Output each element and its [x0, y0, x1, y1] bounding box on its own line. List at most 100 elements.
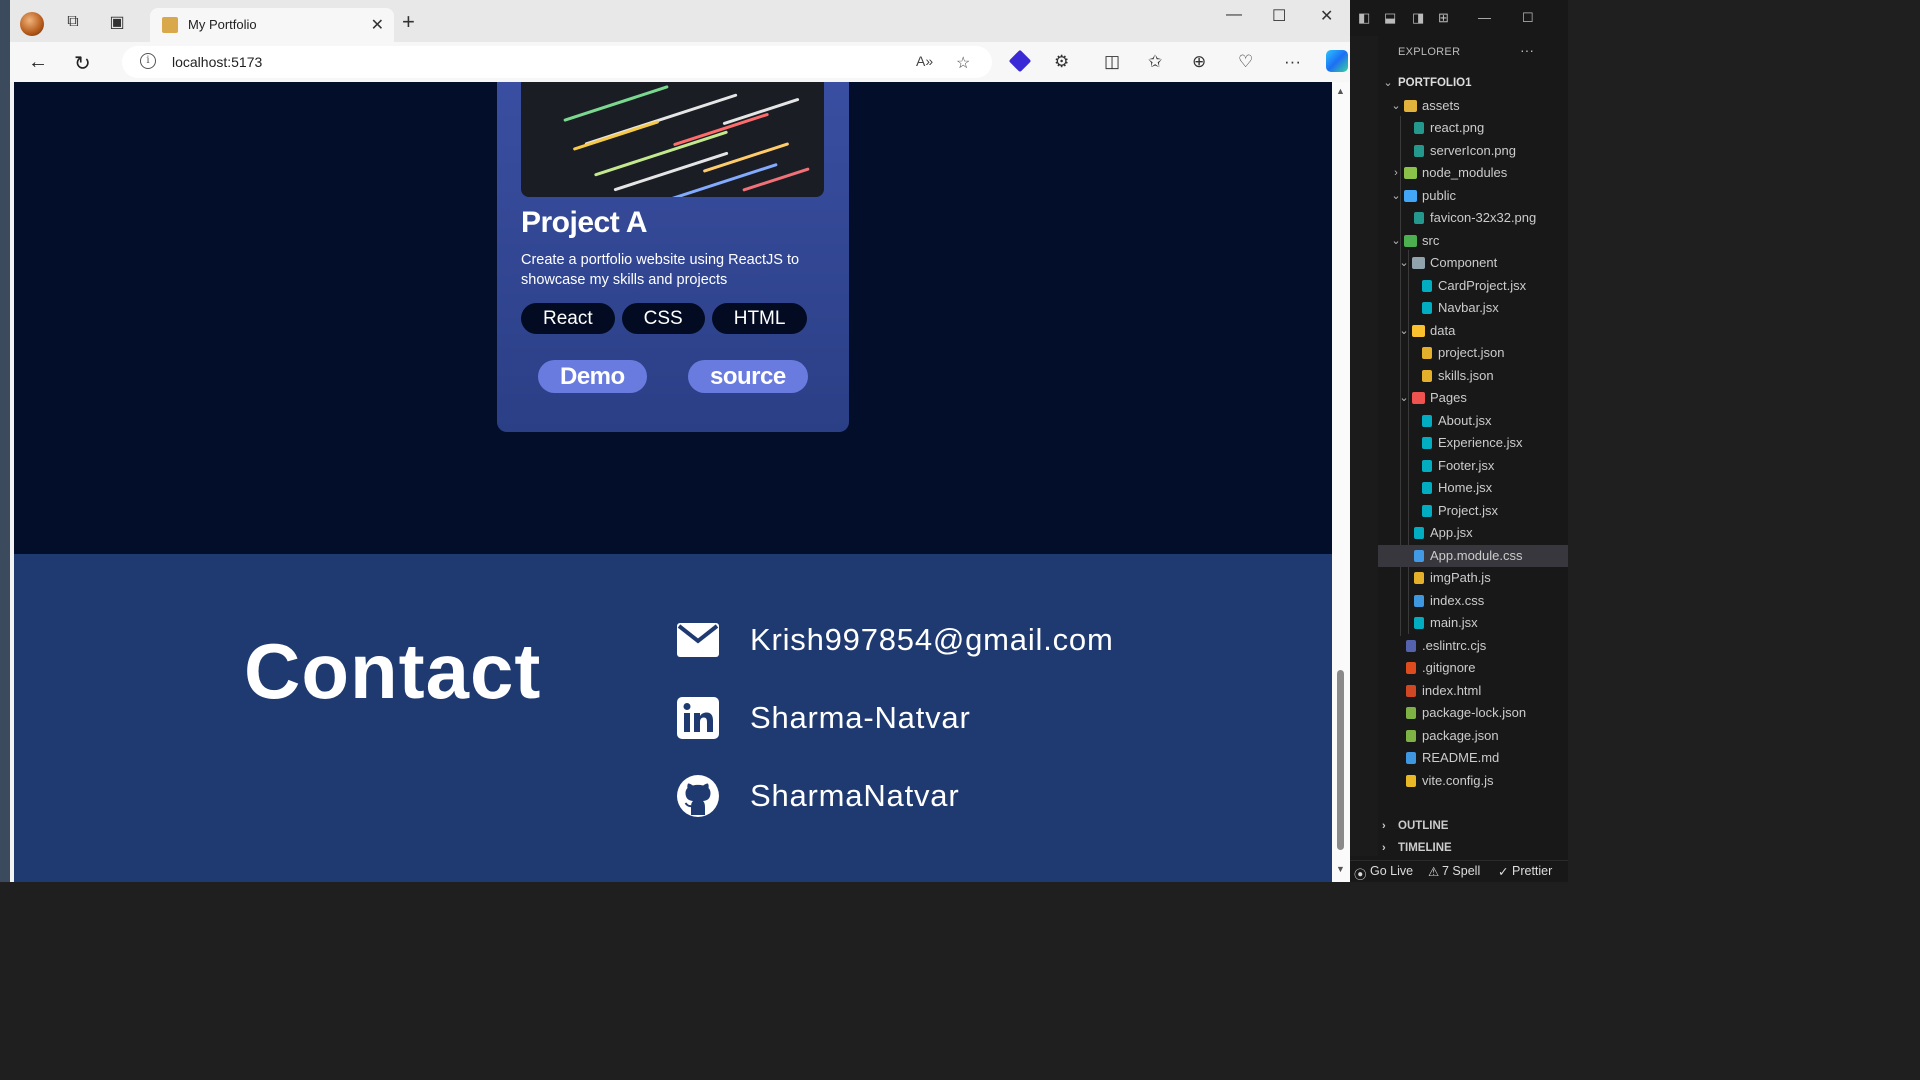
chevron-right-icon: ›	[1382, 820, 1386, 832]
contact-linkedin-row[interactable]: Sharma-Natvar	[676, 696, 971, 740]
tree-file-imgpath-js[interactable]: imgPath.js	[1378, 567, 1568, 589]
folder-icon	[1412, 257, 1425, 269]
tree-file-skills-json[interactable]: skills.json	[1378, 365, 1568, 387]
site-info-icon[interactable]: i	[140, 53, 156, 69]
demo-button[interactable]: Demo	[538, 360, 647, 393]
browser-essentials-icon[interactable]: ♡	[1238, 52, 1253, 72]
contact-email-row[interactable]: Krish997854@gmail.com	[676, 618, 1114, 662]
tree-file-react-png[interactable]: react.png	[1378, 117, 1568, 139]
collections-icon[interactable]: ⊕	[1192, 52, 1206, 72]
toggle-panel-icon[interactable]: ⬓	[1384, 10, 1396, 26]
minimize-button[interactable]: —	[1226, 6, 1242, 24]
customize-layout-icon[interactable]: ⊞	[1438, 10, 1449, 26]
tree-file-app-module-css[interactable]: App.module.css	[1378, 544, 1568, 567]
scroll-down-arrow-icon[interactable]: ▼	[1336, 864, 1345, 874]
tree-file-gitignore[interactable]: .gitignore	[1378, 657, 1568, 679]
url-field[interactable]: i localhost:5173 A» ☆	[122, 46, 992, 78]
tree-file-experience-jsx[interactable]: Experience.jsx	[1378, 432, 1568, 454]
url-text[interactable]: localhost:5173	[172, 54, 262, 70]
tree-item-label: README.md	[1422, 750, 1500, 765]
folder-icon	[1404, 99, 1417, 112]
tree-folder-component[interactable]: ⌄ Component	[1378, 252, 1568, 274]
tree-file-navbar-jsx[interactable]: Navbar.jsx	[1378, 297, 1568, 319]
scrollbar-thumb[interactable]	[1337, 670, 1344, 850]
tree-file-package-json[interactable]: package.json	[1378, 725, 1568, 747]
source-button[interactable]: source	[688, 360, 808, 393]
contact-heading: Contact	[244, 627, 542, 715]
tree-folder-pages[interactable]: ⌄ Pages	[1378, 387, 1568, 409]
linkedin-icon	[676, 696, 720, 740]
tree-file-main-jsx[interactable]: main.jsx	[1378, 612, 1568, 634]
more-menu-icon[interactable]: ···	[1284, 52, 1301, 72]
back-arrow-icon[interactable]: ←	[28, 51, 48, 74]
close-window-button[interactable]: ✕	[1320, 6, 1333, 26]
refresh-icon[interactable]: ↻	[74, 51, 91, 76]
maximize-button[interactable]: ☐	[1272, 6, 1286, 26]
file-icon	[1414, 572, 1424, 584]
tree-file-cardproject-jsx[interactable]: CardProject.jsx	[1378, 275, 1568, 297]
chevron-down-icon: ⌄	[1391, 189, 1401, 202]
go-live-button[interactable]: Go Live	[1370, 864, 1413, 878]
tree-folder-src[interactable]: ⌄ src	[1378, 230, 1568, 252]
workspaces-icon[interactable]: ⧉	[62, 11, 84, 33]
tree-file-project-json[interactable]: project.json	[1378, 342, 1568, 364]
extensions-puzzle-icon[interactable]: ⚙	[1054, 52, 1069, 72]
vscode-minimize-button[interactable]: —	[1478, 10, 1491, 25]
vscode-maximize-button[interactable]: ☐	[1522, 10, 1534, 26]
email-text[interactable]: Krish997854@gmail.com	[750, 622, 1114, 658]
tree-file-app-jsx[interactable]: App.jsx	[1378, 522, 1568, 544]
tree-file-servericon-png[interactable]: serverIcon.png	[1378, 140, 1568, 162]
scroll-up-arrow-icon[interactable]: ▲	[1336, 86, 1345, 96]
copilot-icon[interactable]	[1326, 50, 1348, 72]
tree-folder-data[interactable]: ⌄ data	[1378, 320, 1568, 342]
tree-file-about-jsx[interactable]: About.jsx	[1378, 410, 1568, 432]
explorer-more-icon[interactable]: ···	[1520, 42, 1534, 58]
tree-item-label: Experience.jsx	[1438, 435, 1523, 450]
new-tab-button[interactable]: +	[402, 11, 415, 33]
page-scrollbar[interactable]: ▲ ▼	[1332, 82, 1350, 882]
tree-folder-assets[interactable]: ⌄ assets	[1378, 95, 1568, 117]
tree-folder-public[interactable]: ⌄ public	[1378, 185, 1568, 207]
linkedin-text[interactable]: Sharma-Natvar	[750, 700, 971, 736]
tree-file-vite-config-js[interactable]: vite.config.js	[1378, 770, 1568, 792]
tree-file-favicon-32x32-png[interactable]: favicon-32x32.png	[1378, 207, 1568, 229]
tree-file-package-lock-json[interactable]: package-lock.json	[1378, 702, 1568, 724]
tree-root[interactable]: ⌄ PORTFOLIO1	[1378, 72, 1568, 94]
toggle-secondary-sidebar-icon[interactable]: ◨	[1412, 10, 1424, 26]
tab-title: My Portfolio	[188, 17, 257, 32]
toggle-primary-sidebar-icon[interactable]: ◧	[1358, 10, 1370, 26]
tree-folder-node-modules[interactable]: › node_modules	[1378, 162, 1568, 184]
favorite-star-icon[interactable]: ☆	[956, 53, 970, 73]
outline-section[interactable]: › OUTLINE	[1378, 815, 1568, 837]
spell-status[interactable]: 7 Spell	[1442, 864, 1480, 878]
profile-avatar[interactable]	[20, 12, 44, 36]
extension-icon[interactable]	[1008, 49, 1032, 73]
split-screen-icon[interactable]: ◫	[1104, 52, 1120, 72]
tree-file-project-jsx[interactable]: Project.jsx	[1378, 500, 1568, 522]
tree-item-label: assets	[1422, 97, 1460, 113]
tree-item-label: index.html	[1422, 682, 1482, 698]
folder-icon	[1404, 167, 1417, 179]
tree-item-label: data	[1430, 322, 1456, 338]
tree-file-readme-md[interactable]: README.md	[1378, 747, 1568, 769]
tree-file-footer-jsx[interactable]: Footer.jsx	[1378, 455, 1568, 477]
prettier-status[interactable]: Prettier	[1512, 864, 1552, 878]
close-tab-icon[interactable]: ✕	[371, 15, 384, 35]
vertical-tabs-icon[interactable]: ▣	[106, 11, 128, 33]
tree-item-label: .gitignore	[1422, 660, 1476, 675]
tab-my-portfolio[interactable]: My Portfolio ✕	[150, 8, 394, 42]
contact-github-row[interactable]: SharmaNatvar	[676, 774, 959, 818]
github-text[interactable]: SharmaNatvar	[750, 778, 959, 814]
tree-item-label: vite.config.js	[1422, 772, 1494, 788]
tree-file-eslintrc-cjs[interactable]: .eslintrc.cjs	[1378, 635, 1568, 657]
file-icon	[1422, 504, 1432, 517]
read-aloud-icon[interactable]: A»	[916, 53, 933, 69]
tree-item-label: main.jsx	[1430, 615, 1478, 630]
tree-file-home-jsx[interactable]: Home.jsx	[1378, 477, 1568, 499]
timeline-section[interactable]: › TIMELINE	[1378, 837, 1568, 859]
favorites-icon[interactable]: ✩	[1148, 52, 1162, 72]
tree-file-index-css[interactable]: index.css	[1378, 590, 1568, 612]
activity-strip	[1350, 36, 1378, 856]
tree-file-index-html[interactable]: index.html	[1378, 680, 1568, 702]
file-icon	[1406, 639, 1416, 652]
